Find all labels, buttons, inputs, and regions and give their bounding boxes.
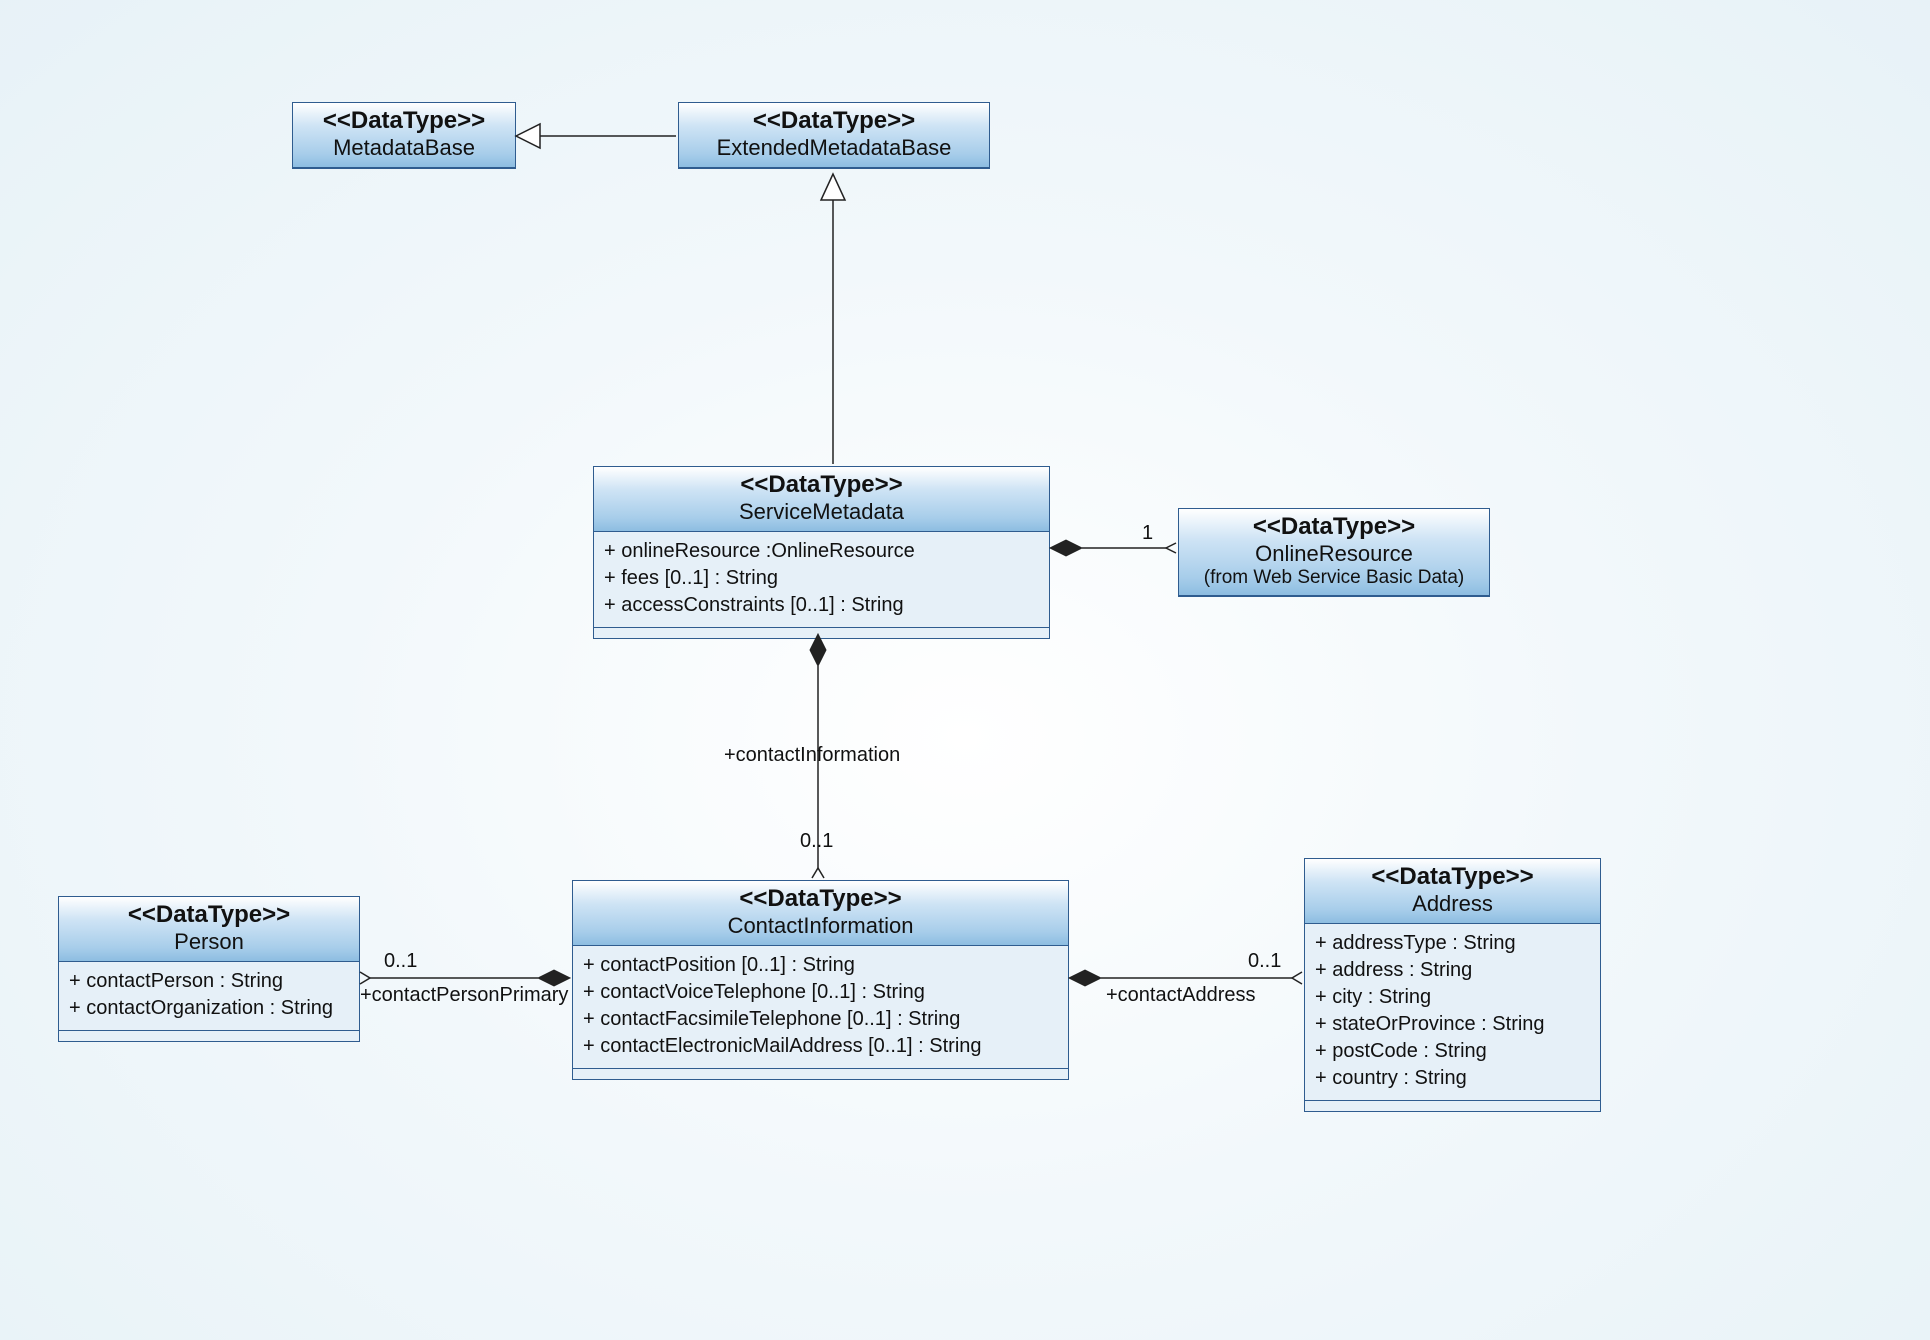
role-contactinformation: +contactInformation [724,744,900,767]
mult-contactinformation: 0..1 [800,830,833,853]
role-address: +contactAddress [1106,984,1256,1007]
mult-person: 0..1 [384,950,417,973]
diagram-canvas: <<DataType>> MetadataBase <<DataType>> E… [0,0,1930,1340]
mult-onlineresource: 1 [1142,522,1153,545]
mult-address: 0..1 [1248,950,1281,973]
connectors [0,0,1930,1340]
role-person: +contactPersonPrimary [360,984,568,1007]
